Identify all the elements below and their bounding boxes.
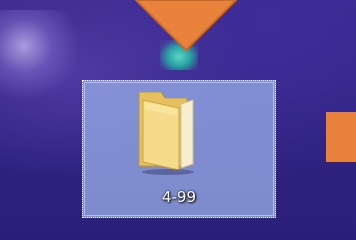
desktop-background: 4-99 [0, 0, 356, 240]
arrow-down-icon [134, 0, 238, 52]
folder-label: 4-99 [161, 188, 197, 206]
wallpaper-glow [0, 10, 80, 100]
orange-marker [326, 112, 356, 162]
folder-icon [138, 91, 194, 175]
